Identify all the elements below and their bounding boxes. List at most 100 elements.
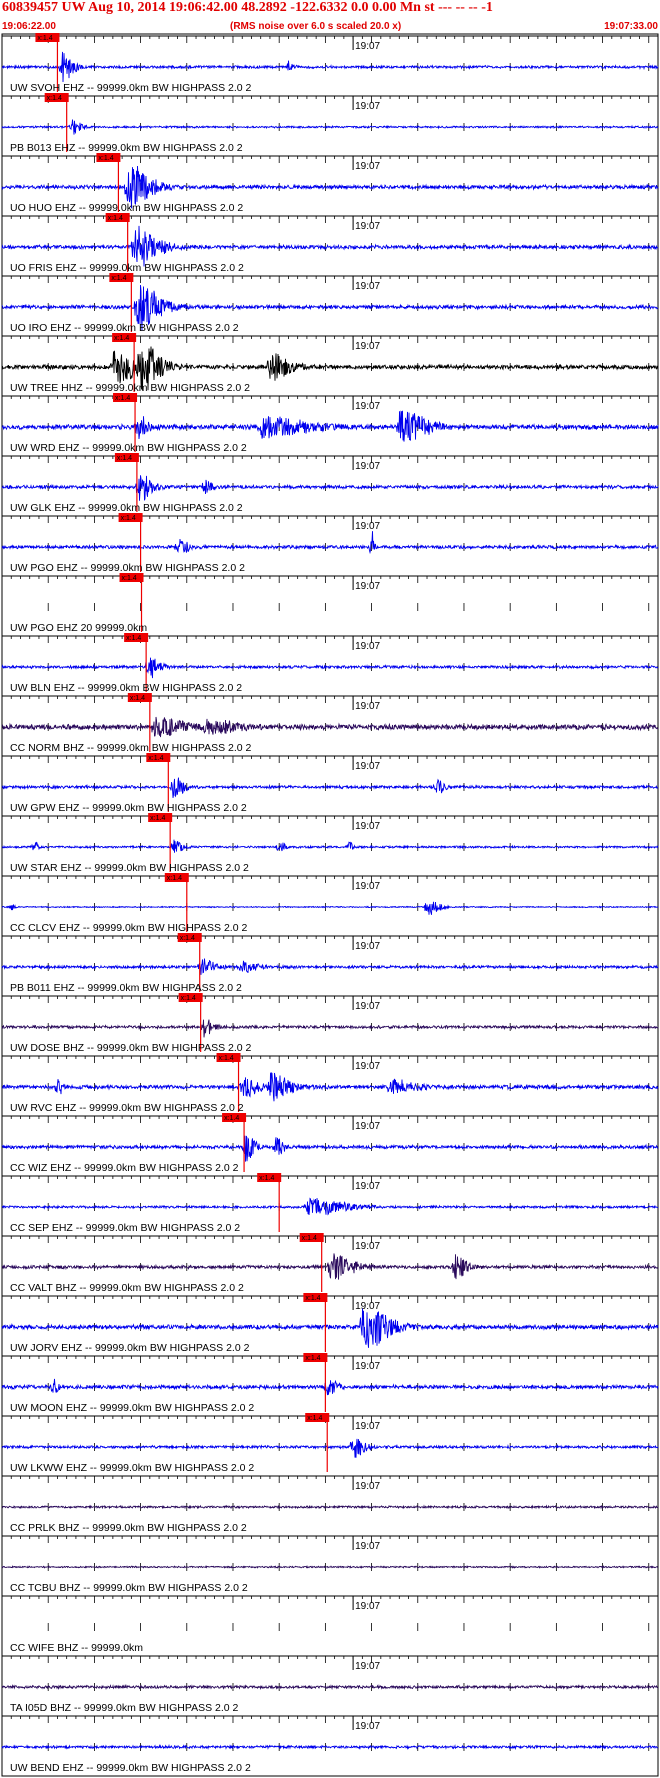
waveform <box>1 839 659 853</box>
pick-label: x:1.4 <box>114 335 129 342</box>
station-label: CC VALT BHZ -- 99999.0km BW HIGHPASS 2.0… <box>10 1282 244 1294</box>
pick-label: x:1.4 <box>150 815 165 822</box>
waveform <box>1 716 659 738</box>
station-label: UW PGO EHZ 20 99999.0km <box>10 622 147 634</box>
station-label: CC SEP EHZ -- 99999.0km BW HIGHPASS 2.0 … <box>10 1222 240 1234</box>
minute-label: 19:07 <box>355 581 380 592</box>
seismogram-plot: 19:07 x:1.4 UW SVOH EHZ -- 99999.0km BW HI… <box>1 33 659 1777</box>
minute-label: 19:07 <box>355 41 380 52</box>
pick-label: x:1.4 <box>108 215 123 222</box>
pick-label: x:1.4 <box>167 875 182 882</box>
pick-label: x:1.4 <box>37 35 52 42</box>
station-label: UW MOON EHZ -- 99999.0km BW HIGHPASS 2.0… <box>10 1402 254 1414</box>
station-label: CC TCBU BHZ -- 99999.0km BW HIGHPASS 2.0… <box>10 1582 248 1594</box>
pick-label: x:1.4 <box>115 395 130 402</box>
pick-label: x:1.4 <box>305 1355 320 1362</box>
waveform <box>1 410 659 442</box>
waveform <box>1 1564 659 1569</box>
waveform <box>1 657 659 679</box>
minute-label: 19:07 <box>355 1361 380 1372</box>
minute-label: 19:07 <box>355 1481 380 1492</box>
pick-label: x:1.4 <box>122 575 137 582</box>
waveform <box>1 225 659 267</box>
waveform <box>1 901 659 915</box>
station-label: CC NORM BHZ -- 99999.0km BW HIGHPASS 2.0… <box>10 742 252 754</box>
pick-label: x:1.4 <box>130 695 145 702</box>
minute-label: 19:07 <box>355 281 380 292</box>
pick-label: x:1.4 <box>148 755 163 762</box>
minute-label: 19:07 <box>355 401 380 412</box>
minute-label: 19:07 <box>355 521 380 532</box>
minute-label: 19:07 <box>355 161 380 172</box>
minute-label: 19:07 <box>355 1301 380 1312</box>
station-label: PB B013 EHZ -- 99999.0km BW HIGHPASS 2.0… <box>10 142 243 154</box>
pick-label: x:1.4 <box>47 95 62 102</box>
pick-label: x:1.4 <box>117 455 132 462</box>
minute-label: 19:07 <box>355 1661 380 1672</box>
minute-label: 19:07 <box>355 1601 380 1612</box>
station-label: UW BLN EHZ -- 99999.0km BW HIGHPASS 2.0 … <box>10 682 242 694</box>
station-label: UW GPW EHZ -- 99999.0km BW HIGHPASS 2.0 … <box>10 802 247 814</box>
waveform <box>1 475 659 501</box>
pick-label: x:1.4 <box>121 515 136 522</box>
station-label: UW SVOH EHZ -- 99999.0km BW HIGHPASS 2.0… <box>10 82 252 94</box>
station-label: UW TREE HHZ -- 99999.0km BW HIGHPASS 2.0… <box>10 382 250 394</box>
minute-label: 19:07 <box>355 1181 380 1192</box>
station-label: CC CLCV EHZ -- 99999.0km BW HIGHPASS 2.0… <box>10 922 247 934</box>
pick-label: x:1.4 <box>98 155 113 162</box>
minute-label: 19:07 <box>355 1241 380 1252</box>
station-label: CC WIFE BHZ -- 99999.0km <box>10 1642 143 1654</box>
waveform <box>1 1019 659 1038</box>
pick-label: x:1.4 <box>111 275 126 282</box>
pick-label: x:1.4 <box>259 1175 274 1182</box>
minute-label: 19:07 <box>355 821 380 832</box>
waveform <box>1 1378 659 1396</box>
station-label: TA I05D BHZ -- 99999.0km BW HIGHPASS 2.0… <box>10 1702 239 1714</box>
pick-label: x:1.4 <box>181 995 196 1002</box>
waveform <box>1 1504 659 1510</box>
minute-label: 19:07 <box>355 101 380 112</box>
station-label: UW WRD EHZ -- 99999.0km BW HIGHPASS 2.0 … <box>10 442 247 454</box>
waveform <box>1 1135 659 1162</box>
waveform <box>2 1072 659 1102</box>
station-label: UO IRO EHZ -- 99999.0km BW HIGHPASS 2.0 … <box>10 322 239 334</box>
station-label: CC PRLK BHZ -- 99999.0km BW HIGHPASS 2.0… <box>10 1522 247 1534</box>
minute-label: 19:07 <box>355 341 380 352</box>
minute-label: 19:07 <box>355 761 380 772</box>
minute-label: 19:07 <box>355 881 380 892</box>
waveform <box>1 777 659 798</box>
minute-label: 19:07 <box>355 1001 380 1012</box>
station-label: UW LKWW EHZ -- 99999.0km BW HIGHPASS 2.0… <box>10 1462 254 1474</box>
waveform <box>1 119 659 135</box>
waveform <box>1 1743 659 1751</box>
station-label: UW GLK EHZ -- 99999.0km BW HIGHPASS 2.0 … <box>10 502 243 514</box>
station-label: PB B011 EHZ -- 99999.0km BW HIGHPASS 2.0… <box>10 982 242 994</box>
minute-label: 19:07 <box>355 1121 380 1132</box>
minute-label: 19:07 <box>355 1061 380 1072</box>
minute-label: 19:07 <box>355 701 380 712</box>
minute-label: 19:07 <box>355 1541 380 1552</box>
station-label: UW PGO EHZ -- 99999.0km BW HIGHPASS 2.0 … <box>10 562 245 574</box>
station-label: UO FRIS EHZ -- 99999.0km BW HIGHPASS 2.0… <box>10 262 244 274</box>
minute-label: 19:07 <box>355 221 380 232</box>
station-label: UO HUO EHZ -- 99999.0km BW HIGHPASS 2.0 … <box>10 202 243 214</box>
station-label: UW BEND EHZ -- 99999.0km BW HIGHPASS 2.0… <box>10 1762 251 1774</box>
station-label: UW STAR EHZ -- 99999.0km BW HIGHPASS 2.0… <box>10 862 249 874</box>
station-label: UW DOSE BHZ -- 99999.0km BW HIGHPASS 2.0… <box>10 1042 252 1054</box>
pick-label: x:1.4 <box>305 1295 320 1302</box>
pick-label: x:1.4 <box>224 1115 239 1122</box>
minute-label: 19:07 <box>355 641 380 652</box>
waveform <box>1 1683 659 1691</box>
plot-frame <box>1 33 659 1777</box>
pick-label: x:1.4 <box>180 935 195 942</box>
minute-label: 19:07 <box>355 1421 380 1432</box>
minute-label: 19:07 <box>355 941 380 952</box>
minute-label: 19:07 <box>355 461 380 472</box>
station-label: UW JORV EHZ -- 99999.0km BW HIGHPASS 2.0… <box>10 1342 250 1354</box>
minute-label: 19:07 <box>355 1721 380 1732</box>
pick-label: x:1.4 <box>219 1055 234 1062</box>
station-label: UW RVC EHZ -- 99999.0km BW HIGHPASS 2.0 … <box>10 1102 244 1114</box>
waveform <box>1 1197 659 1216</box>
pick-label: x:1.4 <box>126 635 141 642</box>
waveform <box>1 1253 659 1280</box>
